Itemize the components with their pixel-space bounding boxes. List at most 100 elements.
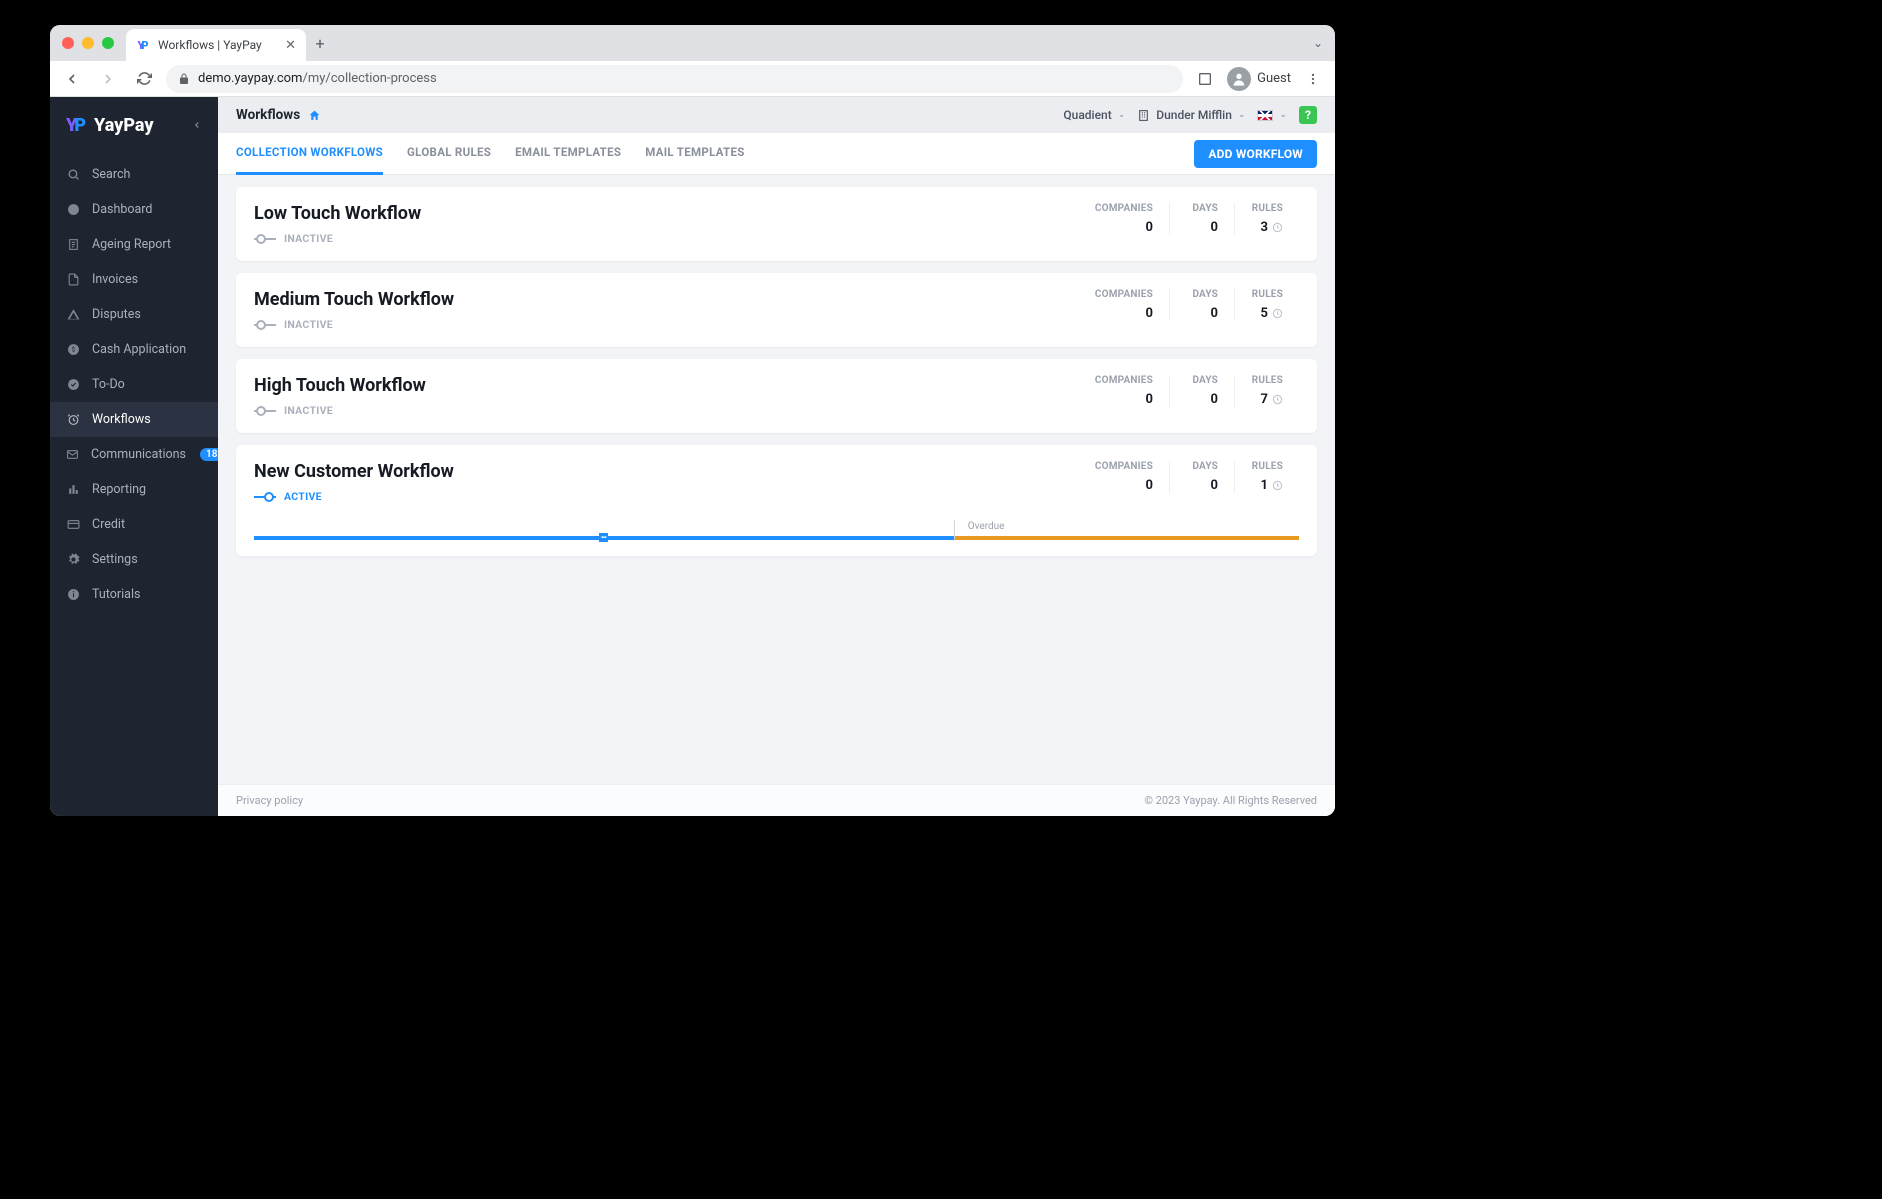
tabs-row: COLLECTION WORKFLOWS GLOBAL RULES EMAIL … — [218, 133, 1335, 175]
workflow-title: Medium Touch Workflow — [254, 289, 454, 310]
stat-label-days: DAYS — [1186, 461, 1218, 472]
workflow-stats: COMPANIES0DAYS0RULES7 — [1079, 375, 1299, 407]
dollar-icon: $ — [66, 343, 80, 357]
browser-tab[interactable]: YP Workflows | YayPay ✕ — [126, 29, 306, 61]
status-label: INACTIVE — [284, 404, 333, 417]
lock-icon — [178, 73, 190, 85]
stat-value-rules: 3 — [1251, 220, 1283, 235]
add-workflow-button[interactable]: ADD WORKFLOW — [1194, 140, 1317, 168]
tab-global-rules[interactable]: GLOBAL RULES — [407, 133, 491, 175]
tab-mail-templates[interactable]: MAIL TEMPLATES — [645, 133, 744, 175]
overdue-label: Overdue — [968, 521, 1299, 532]
workflow-stats: COMPANIES0DAYS0RULES5 — [1079, 289, 1299, 321]
sidebar-item-to-do[interactable]: To-Do — [50, 367, 218, 402]
stat-value-rules: 7 — [1251, 392, 1283, 407]
close-window-icon[interactable] — [62, 37, 74, 49]
sidebar-item-search[interactable]: Search — [50, 157, 218, 192]
info-icon — [66, 588, 80, 602]
stat-label-days: DAYS — [1186, 203, 1218, 214]
url-bar[interactable]: demo.yaypay.com/my/collection-process — [166, 65, 1183, 93]
brand-area: YP YayPay — [50, 97, 218, 153]
sidebar-item-tutorials[interactable]: Tutorials — [50, 577, 218, 612]
parent-org-selector[interactable]: Quadient ⌄ — [1063, 108, 1125, 122]
tab-email-templates[interactable]: EMAIL TEMPLATES — [515, 133, 621, 175]
sidebar-item-cash-application[interactable]: $Cash Application — [50, 332, 218, 367]
stat-label-rules: RULES — [1251, 289, 1283, 300]
status-toggle-icon[interactable] — [254, 491, 276, 503]
sidebar-item-disputes[interactable]: Disputes — [50, 297, 218, 332]
sidebar-item-ageing-report[interactable]: Ageing Report — [50, 227, 218, 262]
nav-reload-button[interactable] — [130, 65, 158, 93]
sidebar-item-label: Communications — [91, 447, 186, 462]
help-button[interactable]: ? — [1299, 106, 1317, 124]
workflow-title: New Customer Workflow — [254, 461, 454, 482]
new-tab-button[interactable]: + — [306, 29, 334, 57]
status-toggle-icon[interactable] — [254, 319, 276, 331]
nav-forward-button[interactable] — [94, 65, 122, 93]
mail-icon — [66, 448, 79, 462]
privacy-link[interactable]: Privacy policy — [236, 794, 303, 807]
sidebar-item-dashboard[interactable]: Dashboard — [50, 192, 218, 227]
traffic-lights — [62, 37, 114, 49]
uk-flag-icon — [1257, 110, 1273, 121]
svg-text:$: $ — [71, 346, 75, 354]
parent-org-label: Quadient — [1063, 108, 1111, 122]
stat-label-companies: COMPANIES — [1095, 461, 1153, 472]
chevron-down-icon: ⌄ — [1118, 110, 1126, 120]
sidebar-item-reporting[interactable]: Reporting — [50, 472, 218, 507]
home-icon[interactable] — [308, 109, 321, 122]
workflow-title: High Touch Workflow — [254, 375, 426, 396]
chevron-down-icon: ⌄ — [1279, 110, 1287, 120]
stat-label-days: DAYS — [1186, 375, 1218, 386]
browser-menu-icon[interactable] — [1299, 65, 1327, 93]
sidebar-item-communications[interactable]: Communications18 — [50, 437, 218, 472]
maximize-window-icon[interactable] — [102, 37, 114, 49]
workflow-card[interactable]: Low Touch WorkflowINACTIVECOMPANIES0DAYS… — [236, 187, 1317, 261]
sidebar-item-label: Credit — [92, 517, 125, 532]
stat-label-rules: RULES — [1251, 203, 1283, 214]
install-app-icon[interactable] — [1191, 65, 1219, 93]
card-icon — [66, 518, 80, 532]
stat-value-days: 0 — [1186, 478, 1218, 493]
close-tab-icon[interactable]: ✕ — [285, 38, 296, 53]
stat-value-rules: 5 — [1251, 306, 1283, 321]
status-toggle-icon[interactable] — [254, 233, 276, 245]
company-selector[interactable]: Dunder Mifflin ⌄ — [1137, 108, 1245, 122]
footer: Privacy policy © 2023 Yaypay. All Rights… — [218, 784, 1335, 816]
sidebar-item-invoices[interactable]: Invoices — [50, 262, 218, 297]
workflow-card[interactable]: Medium Touch WorkflowINACTIVECOMPANIES0D… — [236, 273, 1317, 347]
workflow-stats: COMPANIES0DAYS0RULES3 — [1079, 203, 1299, 235]
sidebar-item-credit[interactable]: Credit — [50, 507, 218, 542]
locale-selector[interactable]: ⌄ — [1257, 110, 1287, 121]
copyright: © 2023 Yaypay. All Rights Reserved — [1144, 794, 1317, 807]
minimize-window-icon[interactable] — [82, 37, 94, 49]
sidebar-item-label: Ageing Report — [92, 237, 171, 252]
stat-value-companies: 0 — [1095, 478, 1153, 493]
nav-back-button[interactable] — [58, 65, 86, 93]
stat-label-companies: COMPANIES — [1095, 203, 1153, 214]
sidebar-item-label: To-Do — [92, 377, 125, 392]
tabs-dropdown-icon[interactable]: ⌄ — [1313, 36, 1323, 50]
workflow-card[interactable]: New Customer WorkflowACTIVECOMPANIES0DAY… — [236, 445, 1317, 556]
building-icon — [1137, 109, 1150, 122]
collapse-sidebar-icon[interactable] — [192, 120, 202, 130]
sidebar-item-settings[interactable]: Settings — [50, 542, 218, 577]
status-toggle-icon[interactable] — [254, 405, 276, 417]
bar-icon — [66, 483, 80, 497]
dashboard-icon — [66, 203, 80, 217]
sidebar-item-label: Tutorials — [92, 587, 140, 602]
report-icon — [66, 238, 80, 252]
warning-icon — [66, 308, 80, 322]
workflow-card[interactable]: High Touch WorkflowINACTIVECOMPANIES0DAY… — [236, 359, 1317, 433]
profile-chip[interactable]: Guest — [1227, 67, 1291, 91]
browser-chrome: YP Workflows | YayPay ✕ + ⌄ demo. — [50, 25, 1335, 97]
stat-label-rules: RULES — [1251, 375, 1283, 386]
clock-icon — [1272, 480, 1283, 491]
sidebar-item-workflows[interactable]: Workflows — [50, 402, 218, 437]
workflow-title: Low Touch Workflow — [254, 203, 421, 224]
status-label: INACTIVE — [284, 318, 333, 331]
company-label: Dunder Mifflin — [1156, 108, 1232, 122]
tab-collection-workflows[interactable]: COLLECTION WORKFLOWS — [236, 133, 383, 175]
breadcrumb-bar: Workflows Quadient ⌄ Dunder Mifflin ⌄ — [218, 97, 1335, 133]
sidebar-item-label: Search — [92, 167, 130, 182]
